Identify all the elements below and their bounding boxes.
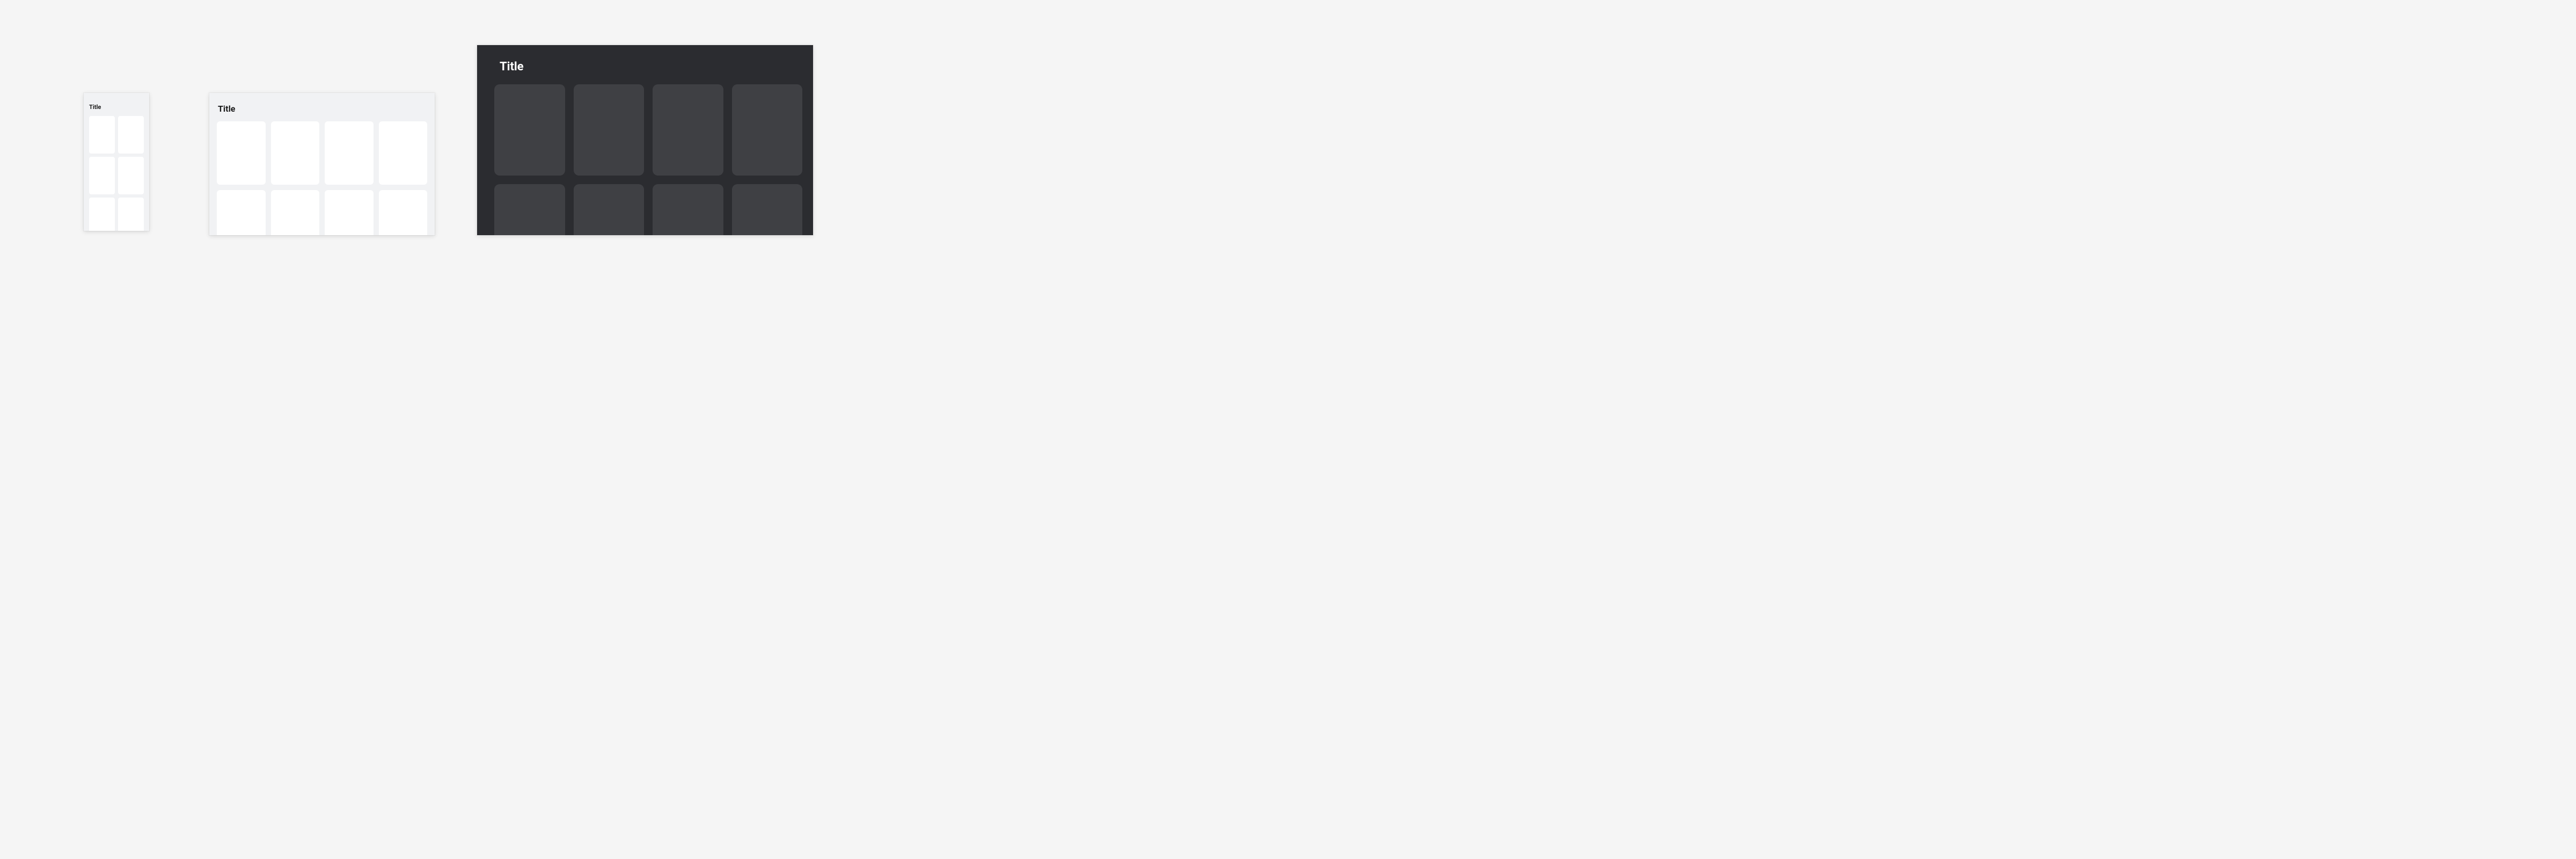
card[interactable] — [325, 121, 374, 185]
card-grid — [89, 116, 144, 231]
card[interactable] — [653, 84, 723, 176]
card[interactable] — [89, 116, 115, 154]
panel-large-dark: Title — [477, 45, 813, 235]
panel-medium-light: Title — [209, 93, 435, 235]
card[interactable] — [379, 121, 428, 185]
card[interactable] — [118, 198, 144, 231]
card[interactable] — [574, 84, 645, 176]
card[interactable] — [271, 190, 320, 235]
card[interactable] — [118, 157, 144, 194]
card[interactable] — [217, 121, 266, 185]
card[interactable] — [89, 157, 115, 194]
card[interactable] — [653, 184, 723, 235]
card-grid — [494, 84, 802, 235]
panel-title: Title — [500, 60, 802, 74]
panel-title: Title — [218, 104, 427, 114]
card[interactable] — [732, 84, 803, 176]
card-grid — [217, 121, 427, 235]
panel-title: Title — [89, 104, 144, 111]
card[interactable] — [732, 184, 803, 235]
card[interactable] — [217, 190, 266, 235]
card[interactable] — [89, 198, 115, 231]
card[interactable] — [325, 190, 374, 235]
card[interactable] — [494, 184, 565, 235]
card[interactable] — [574, 184, 645, 235]
card[interactable] — [118, 116, 144, 154]
card[interactable] — [271, 121, 320, 185]
panel-small-light: Title — [84, 93, 149, 231]
card[interactable] — [379, 190, 428, 235]
card[interactable] — [494, 84, 565, 176]
